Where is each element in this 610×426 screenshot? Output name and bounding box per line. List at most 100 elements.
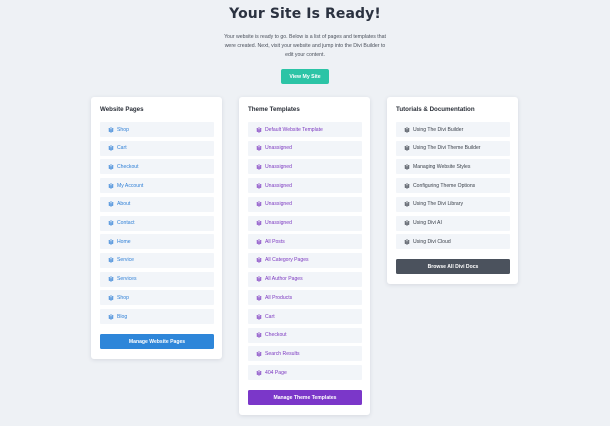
theme-template-list-item[interactable]: All Posts bbox=[248, 234, 362, 250]
layers-icon bbox=[256, 313, 265, 320]
layers-icon bbox=[108, 201, 117, 207]
website-page-item-label: Shop bbox=[117, 126, 129, 133]
theme-template-list-item[interactable]: All Category Pages bbox=[248, 252, 362, 268]
theme-template-list-item[interactable]: 404 Page bbox=[248, 365, 362, 381]
description-line: were created. Next, visit your website a… bbox=[224, 43, 386, 49]
theme-template-list-item[interactable]: Checkout bbox=[248, 327, 362, 343]
layers-icon bbox=[256, 351, 265, 357]
layers-icon bbox=[404, 239, 413, 245]
website-page-item-label: Home bbox=[117, 238, 131, 245]
website-page-list-item[interactable]: Services bbox=[100, 271, 214, 287]
tutorial-list-item[interactable]: Using The Divi Builder bbox=[396, 122, 510, 137]
layers-icon bbox=[256, 276, 265, 282]
theme-template-list-item[interactable]: Unassigned bbox=[248, 140, 362, 156]
website-page-item-label: Service bbox=[117, 257, 134, 264]
theme-template-item-label: Unassigned bbox=[265, 145, 292, 152]
tutorial-list-item[interactable]: Using Divi Cloud bbox=[396, 234, 510, 250]
layers-icon bbox=[404, 183, 413, 189]
layers-icon bbox=[108, 145, 117, 151]
layers-icon bbox=[256, 239, 265, 245]
tutorial-list-item[interactable]: Using Divi AI bbox=[396, 215, 510, 231]
theme-template-item-label: All Posts bbox=[265, 238, 285, 245]
layers-icon bbox=[108, 276, 117, 282]
description-line: Your website is ready to go. Below is a … bbox=[224, 34, 386, 40]
website-page-list-item[interactable]: Service bbox=[100, 252, 214, 268]
website-pages-card: Website Pages Shop Cart Checkout My Account… bbox=[91, 97, 222, 359]
layers-icon bbox=[256, 257, 265, 263]
theme-template-item-label: All Author Pages bbox=[265, 276, 303, 283]
website-page-list-item[interactable]: Blog bbox=[100, 309, 214, 324]
tutorial-item-label: Managing Website Styles bbox=[413, 163, 471, 170]
tutorial-list-item[interactable]: Configuring Theme Options bbox=[396, 178, 510, 194]
website-page-list-item[interactable]: Cart bbox=[100, 140, 214, 156]
tutorial-list-item[interactable]: Using The Divi Library bbox=[396, 196, 510, 212]
layers-icon bbox=[108, 295, 117, 301]
tutorial-list-item[interactable]: Using The Divi Theme Builder bbox=[396, 140, 510, 156]
layers-icon bbox=[108, 183, 117, 189]
layers-icon bbox=[404, 201, 413, 207]
theme-template-item-label: Checkout bbox=[265, 332, 287, 339]
theme-template-item-label: All Products bbox=[265, 294, 293, 301]
tutorials-documentation-heading: Tutorials & Documentation bbox=[396, 106, 475, 113]
manage-theme-templates-button[interactable]: Manage Theme Templates bbox=[248, 390, 362, 405]
theme-template-item-label: Default Website Template bbox=[265, 126, 323, 133]
theme-template-list-item[interactable]: All Author Pages bbox=[248, 271, 362, 287]
manage-website-pages-button[interactable]: Manage Website Pages bbox=[100, 334, 214, 349]
layers-icon bbox=[108, 313, 117, 320]
website-page-list-item[interactable]: Contact bbox=[100, 215, 214, 231]
theme-templates-card: Theme Templates Default Website Template… bbox=[239, 97, 370, 415]
layers-icon bbox=[256, 295, 265, 301]
layers-icon bbox=[108, 220, 117, 226]
tutorial-list-item[interactable]: Managing Website Styles bbox=[396, 159, 510, 175]
layers-icon bbox=[404, 145, 413, 151]
theme-template-list-item[interactable]: Unassigned bbox=[248, 178, 362, 194]
website-page-item-label: Checkout bbox=[117, 163, 139, 170]
layers-icon bbox=[256, 126, 265, 133]
tutorial-item-label: Using The Divi Builder bbox=[413, 126, 464, 133]
website-page-list-item[interactable]: Checkout bbox=[100, 159, 214, 175]
website-page-list-item[interactable]: Home bbox=[100, 234, 214, 250]
layers-icon bbox=[108, 239, 117, 245]
tutorial-item-label: Using Divi Cloud bbox=[413, 238, 451, 245]
website-page-item-label: My Account bbox=[117, 182, 144, 189]
theme-template-item-label: Unassigned bbox=[265, 220, 292, 226]
theme-template-item-label: Unassigned bbox=[265, 201, 292, 208]
theme-template-item-label: Unassigned bbox=[265, 163, 292, 170]
theme-template-list-item[interactable]: All Products bbox=[248, 290, 362, 306]
theme-template-item-label: Cart bbox=[265, 313, 275, 320]
website-page-list-item[interactable]: Shop bbox=[100, 290, 214, 306]
page-title: Your Site Is Ready! bbox=[229, 6, 381, 22]
theme-template-list-item[interactable]: Default Website Template bbox=[248, 122, 362, 137]
layers-icon bbox=[256, 370, 265, 376]
tutorials-documentation-card: Tutorials & Documentation Using The Divi… bbox=[387, 97, 518, 284]
theme-template-item-label: Search Results bbox=[265, 350, 300, 357]
website-page-item-label: About bbox=[117, 201, 131, 208]
layers-icon bbox=[404, 164, 413, 170]
layers-icon bbox=[108, 126, 117, 133]
layers-icon bbox=[108, 164, 117, 170]
website-page-list-item[interactable]: My Account bbox=[100, 178, 214, 194]
website-page-list-item[interactable]: About bbox=[100, 196, 214, 212]
layers-icon bbox=[256, 183, 265, 189]
tutorial-item-label: Using The Divi Library bbox=[413, 201, 464, 208]
theme-templates-heading: Theme Templates bbox=[248, 106, 300, 113]
view-my-site-button[interactable]: View My Site bbox=[281, 69, 329, 84]
theme-template-list-item[interactable]: Cart bbox=[248, 309, 362, 324]
theme-template-list-item[interactable]: Unassigned bbox=[248, 215, 362, 231]
browse-all-divi-docs-button[interactable]: Browse All Divi Docs bbox=[396, 259, 510, 274]
website-page-item-label: Blog bbox=[117, 313, 128, 320]
layers-icon bbox=[404, 126, 413, 133]
theme-template-item-label: Unassigned bbox=[265, 182, 292, 189]
website-page-list-item[interactable]: Shop bbox=[100, 122, 214, 137]
theme-template-list-item[interactable]: Unassigned bbox=[248, 196, 362, 212]
website-page-item-label: Cart bbox=[117, 145, 127, 152]
layers-icon bbox=[256, 164, 265, 170]
layers-icon bbox=[108, 257, 117, 263]
layers-icon bbox=[256, 332, 265, 338]
tutorial-item-label: Configuring Theme Options bbox=[413, 182, 476, 189]
website-page-item-label: Contact bbox=[117, 220, 135, 226]
layers-icon bbox=[256, 220, 265, 226]
theme-template-list-item[interactable]: Unassigned bbox=[248, 159, 362, 175]
theme-template-list-item[interactable]: Search Results bbox=[248, 346, 362, 362]
description-line: edit your content. bbox=[285, 52, 325, 58]
